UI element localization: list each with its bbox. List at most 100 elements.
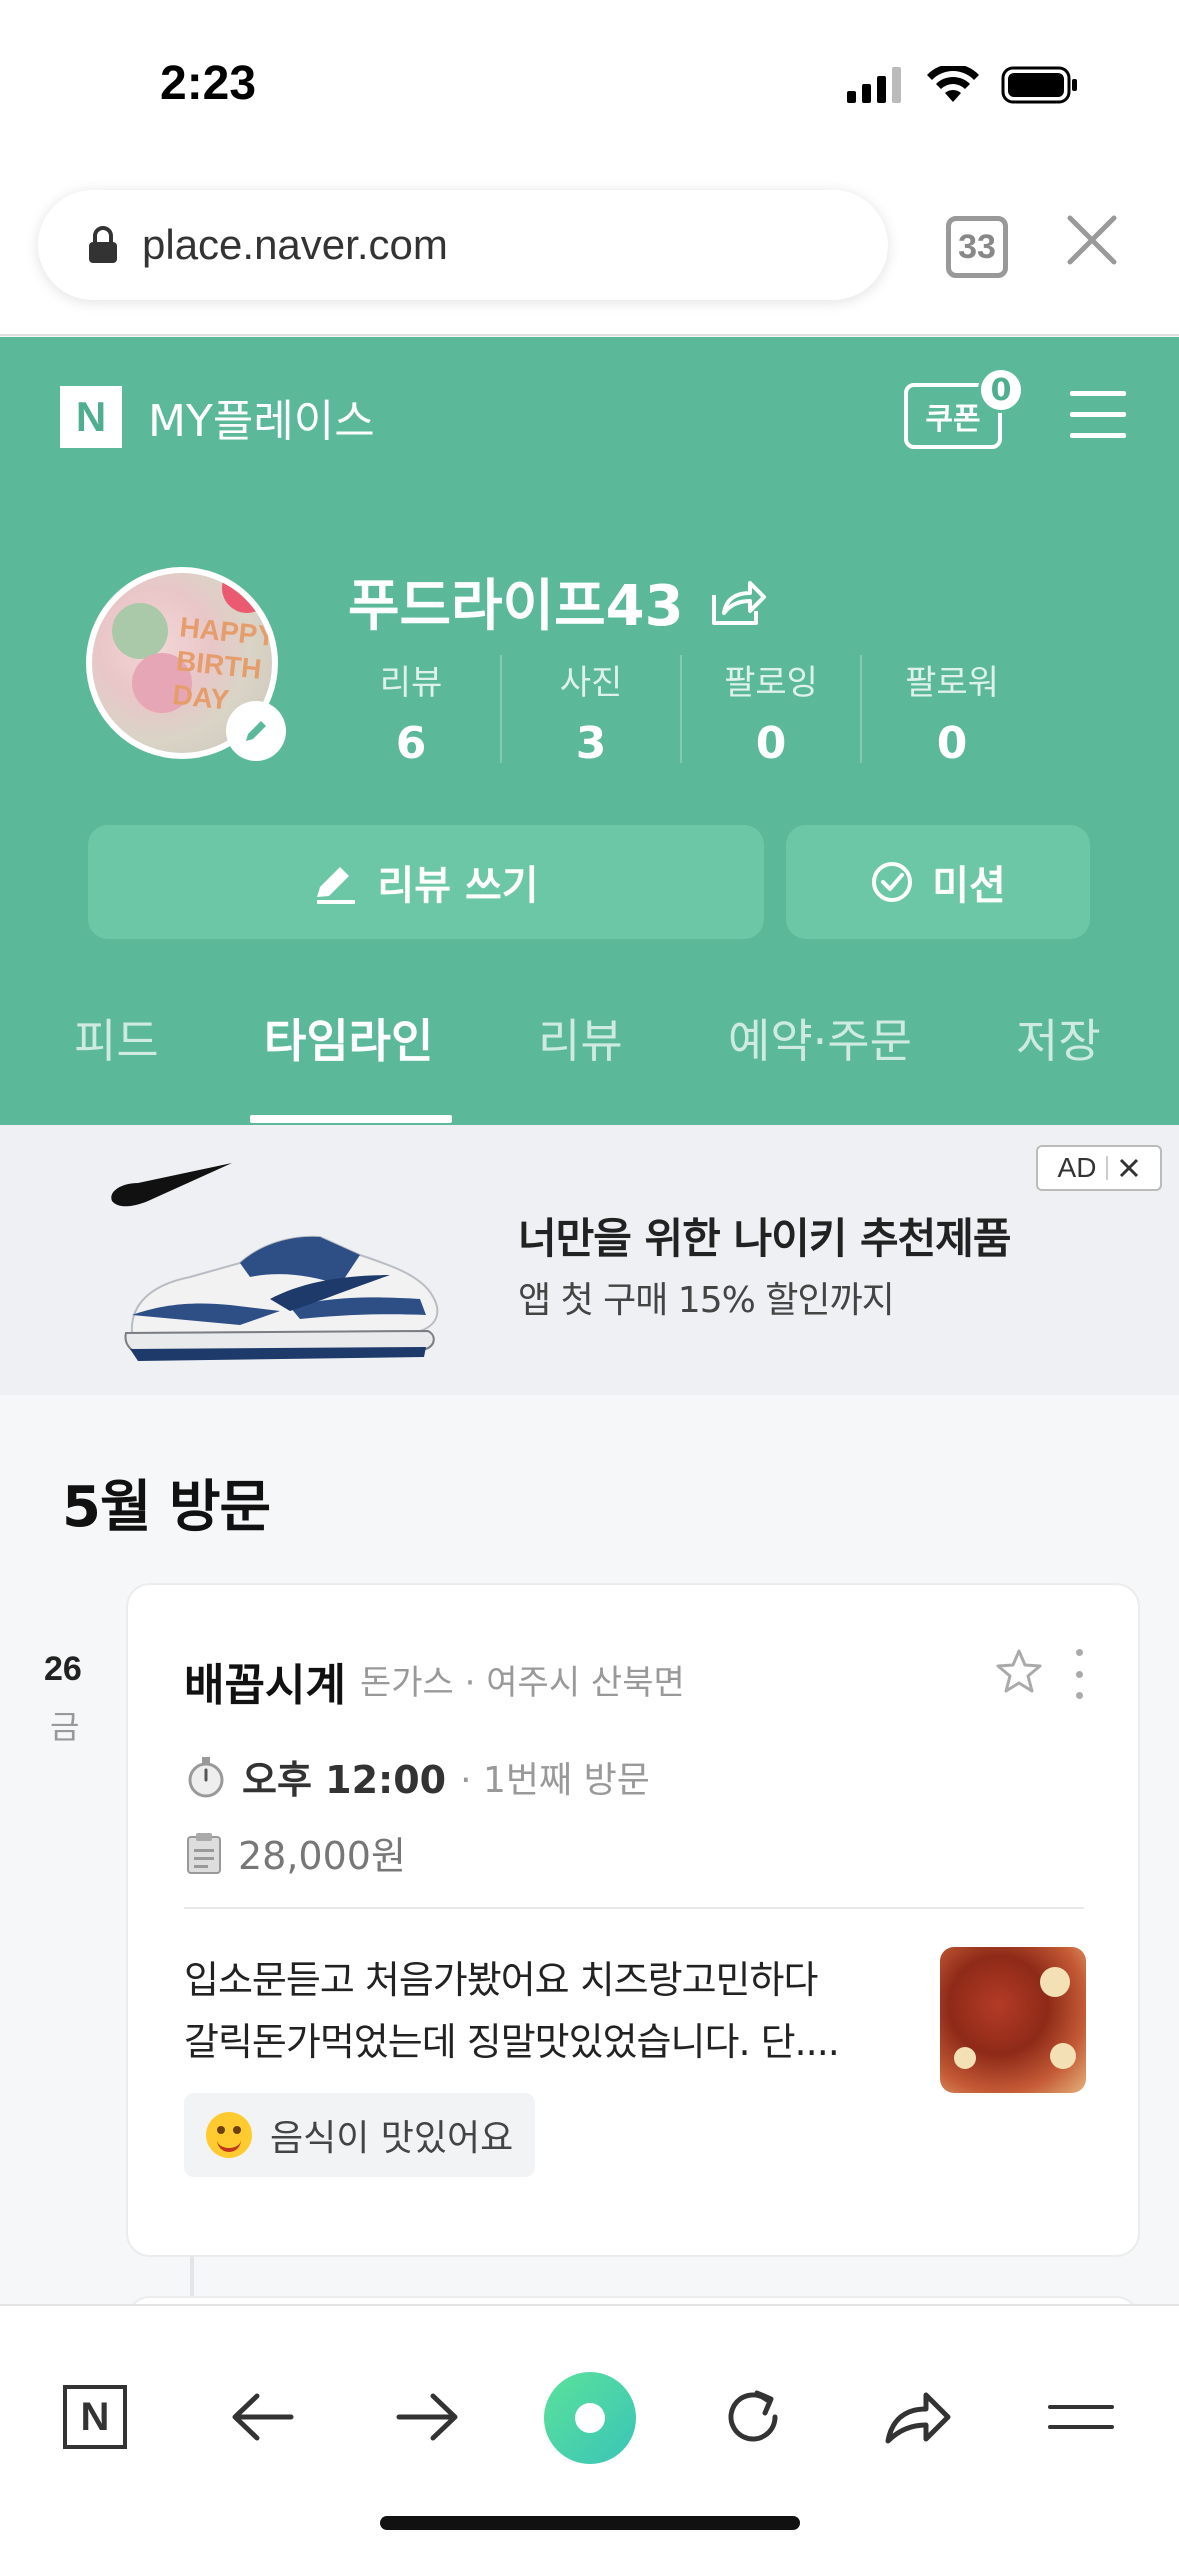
review-text[interactable]: 입소문듣고 처음가봤어요 치즈랑고민하다 갈릭돈가먹었는데 징말맛있었습니다. … — [184, 1949, 924, 2073]
status-bar: 2:23 — [0, 0, 1179, 170]
url-text: place.naver.com — [142, 221, 448, 268]
address-bar[interactable]: place.naver.com — [38, 190, 888, 300]
thumb-detail — [954, 2047, 976, 2069]
stat-label: 사진 — [559, 663, 623, 703]
ad-banner[interactable]: 너만을 위한 나이키 추천제품 앱 첫 구매 15% 할인까지 AD — [0, 1125, 1179, 1395]
browser-url-area: place.naver.com 33 — [0, 170, 1179, 336]
naver-n-icon: N — [63, 2385, 127, 2449]
tab-feed[interactable]: 피드 — [74, 1005, 159, 1071]
profile-tabs: 피드 타임라인 리뷰 예약·주문 저장 — [0, 1005, 1179, 1125]
ad-subtitle: 앱 첫 구매 15% 할인까지 — [518, 1280, 895, 1321]
visit-card[interactable]: 배꼽시계 돈가스 · 여주시 산북면 오후 12:00 · 1번째 방문 28,… — [126, 1583, 1140, 2257]
ad-title: 너만을 위한 나이키 추천제품 — [518, 1214, 1012, 1263]
stat-value: 6 — [395, 718, 427, 769]
green-dot-icon — [575, 2403, 605, 2433]
pencil-icon — [317, 867, 356, 904]
mission-button[interactable]: 미션 — [786, 825, 1090, 939]
profile-stats: 리뷰 6 사진 3 팔로잉 0 팔로워 0 — [322, 655, 1042, 769]
stat-value: 0 — [936, 718, 968, 769]
mission-label: 미션 — [932, 863, 1006, 909]
receipt-icon — [187, 1832, 221, 1874]
forward-button[interactable] — [392, 2382, 462, 2452]
stat-label: 팔로잉 — [724, 663, 818, 703]
share-icon[interactable] — [710, 577, 768, 627]
write-review-button[interactable]: 리뷰 쓰기 — [88, 825, 764, 939]
avatar-balloon — [112, 603, 168, 659]
share-button[interactable] — [882, 2382, 952, 2452]
keyword-label: 음식이 맛있어요 — [270, 2118, 514, 2159]
edit-avatar-button[interactable] — [226, 701, 286, 761]
menu-lines-icon — [1048, 2405, 1114, 2429]
stat-reviews[interactable]: 리뷰 6 — [322, 655, 502, 769]
home-indicator[interactable] — [380, 2516, 800, 2530]
close-icon[interactable] — [1062, 210, 1122, 270]
back-button[interactable] — [228, 2382, 298, 2452]
wifi-icon — [927, 66, 979, 102]
stat-label: 팔로워 — [905, 663, 999, 703]
arrow-left-icon — [232, 2393, 294, 2441]
place-name[interactable]: 배꼽시계 — [184, 1649, 346, 1713]
coupon-count-badge: 0 — [978, 367, 1024, 413]
section-title: 5월 방문 — [62, 1475, 271, 1540]
visit-time: 오후 12:00 — [242, 1758, 447, 1802]
stopwatch-icon — [188, 1756, 224, 1797]
status-icons — [847, 66, 1079, 104]
visit-time-row: 오후 12:00 · 1번째 방문 — [184, 1749, 650, 1804]
visit-date-day: 26 — [44, 1650, 82, 1688]
stat-following[interactable]: 팔로잉 0 — [682, 655, 862, 769]
hamburger-menu-icon[interactable] — [1070, 389, 1126, 441]
brand-title: MY플레이스 — [148, 396, 375, 447]
divider — [1106, 1156, 1109, 1180]
battery-icon — [1001, 66, 1077, 104]
reload-icon — [728, 2390, 778, 2442]
more-options-icon[interactable] — [1072, 1649, 1086, 1699]
arrow-right-icon — [396, 2393, 458, 2441]
stat-photos[interactable]: 사진 3 — [502, 655, 682, 769]
write-review-label: 리뷰 쓰기 — [377, 863, 539, 909]
keyword-chip: 음식이 맛있어요 — [184, 2093, 536, 2177]
price-row: 28,000원 — [184, 1825, 406, 1880]
ad-badge[interactable]: AD — [1036, 1145, 1162, 1191]
sneaker-image — [124, 1235, 439, 1361]
smile-emoji-icon — [206, 2112, 252, 2158]
thumb-detail — [1050, 2043, 1076, 2069]
pencil-icon — [246, 721, 266, 741]
nike-logo-icon — [111, 1163, 232, 1207]
tab-reservations[interactable]: 예약·주문 — [728, 1005, 912, 1071]
lock-icon — [89, 226, 117, 263]
tab-reviews[interactable]: 리뷰 — [538, 1005, 623, 1071]
profile-header: N MY플레이스 쿠폰 0 HAPPY BIRTH DAY 푸드라이프43 리뷰 6… — [0, 337, 1179, 1125]
naver-logo: N — [60, 386, 122, 448]
tab-timeline[interactable]: 타임라인 — [264, 1005, 433, 1071]
avatar-balloon — [222, 573, 272, 613]
ad-label: AD — [1057, 1152, 1097, 1183]
stat-value: 0 — [755, 718, 787, 769]
brand[interactable]: N MY플레이스 — [60, 385, 375, 449]
profile-name-text: 푸드라이프43 — [348, 574, 684, 639]
tab-saved[interactable]: 저장 — [1016, 1005, 1101, 1071]
profile-name: 푸드라이프43 — [348, 561, 768, 642]
status-time: 2:23 — [160, 57, 257, 110]
place-category-location: 돈가스 · 여주시 산북면 — [360, 1663, 685, 1703]
review-line: 갈릭돈가먹었는데 징말맛있었습니다. 단.... — [184, 2020, 840, 2064]
stat-label: 리뷰 — [379, 663, 443, 703]
divider — [184, 1907, 1084, 1909]
close-icon[interactable] — [1118, 1157, 1140, 1179]
active-tab-indicator — [250, 1115, 452, 1123]
share-arrow-icon — [885, 2392, 951, 2444]
signal-icon — [847, 67, 901, 103]
reload-button[interactable] — [718, 2382, 788, 2452]
review-line: 입소문듣고 처음가봤어요 치즈랑고민하다 — [184, 1958, 818, 2002]
tabs-count-button[interactable]: 33 — [946, 216, 1008, 278]
visit-date-weekday: 금 — [50, 1708, 80, 1746]
review-photo-thumbnail[interactable] — [940, 1947, 1086, 2093]
menu-button[interactable] — [1046, 2382, 1116, 2452]
naver-home-button[interactable]: N — [60, 2382, 130, 2452]
thumb-detail — [1040, 1967, 1070, 1997]
star-icon[interactable] — [994, 1647, 1044, 1697]
stat-followers[interactable]: 팔로워 0 — [862, 655, 1042, 769]
green-dot-button[interactable] — [544, 2372, 636, 2464]
stat-value: 3 — [575, 718, 607, 769]
visit-price: 28,000원 — [238, 1834, 406, 1878]
visit-count: · 1번째 방문 — [460, 1759, 650, 1801]
